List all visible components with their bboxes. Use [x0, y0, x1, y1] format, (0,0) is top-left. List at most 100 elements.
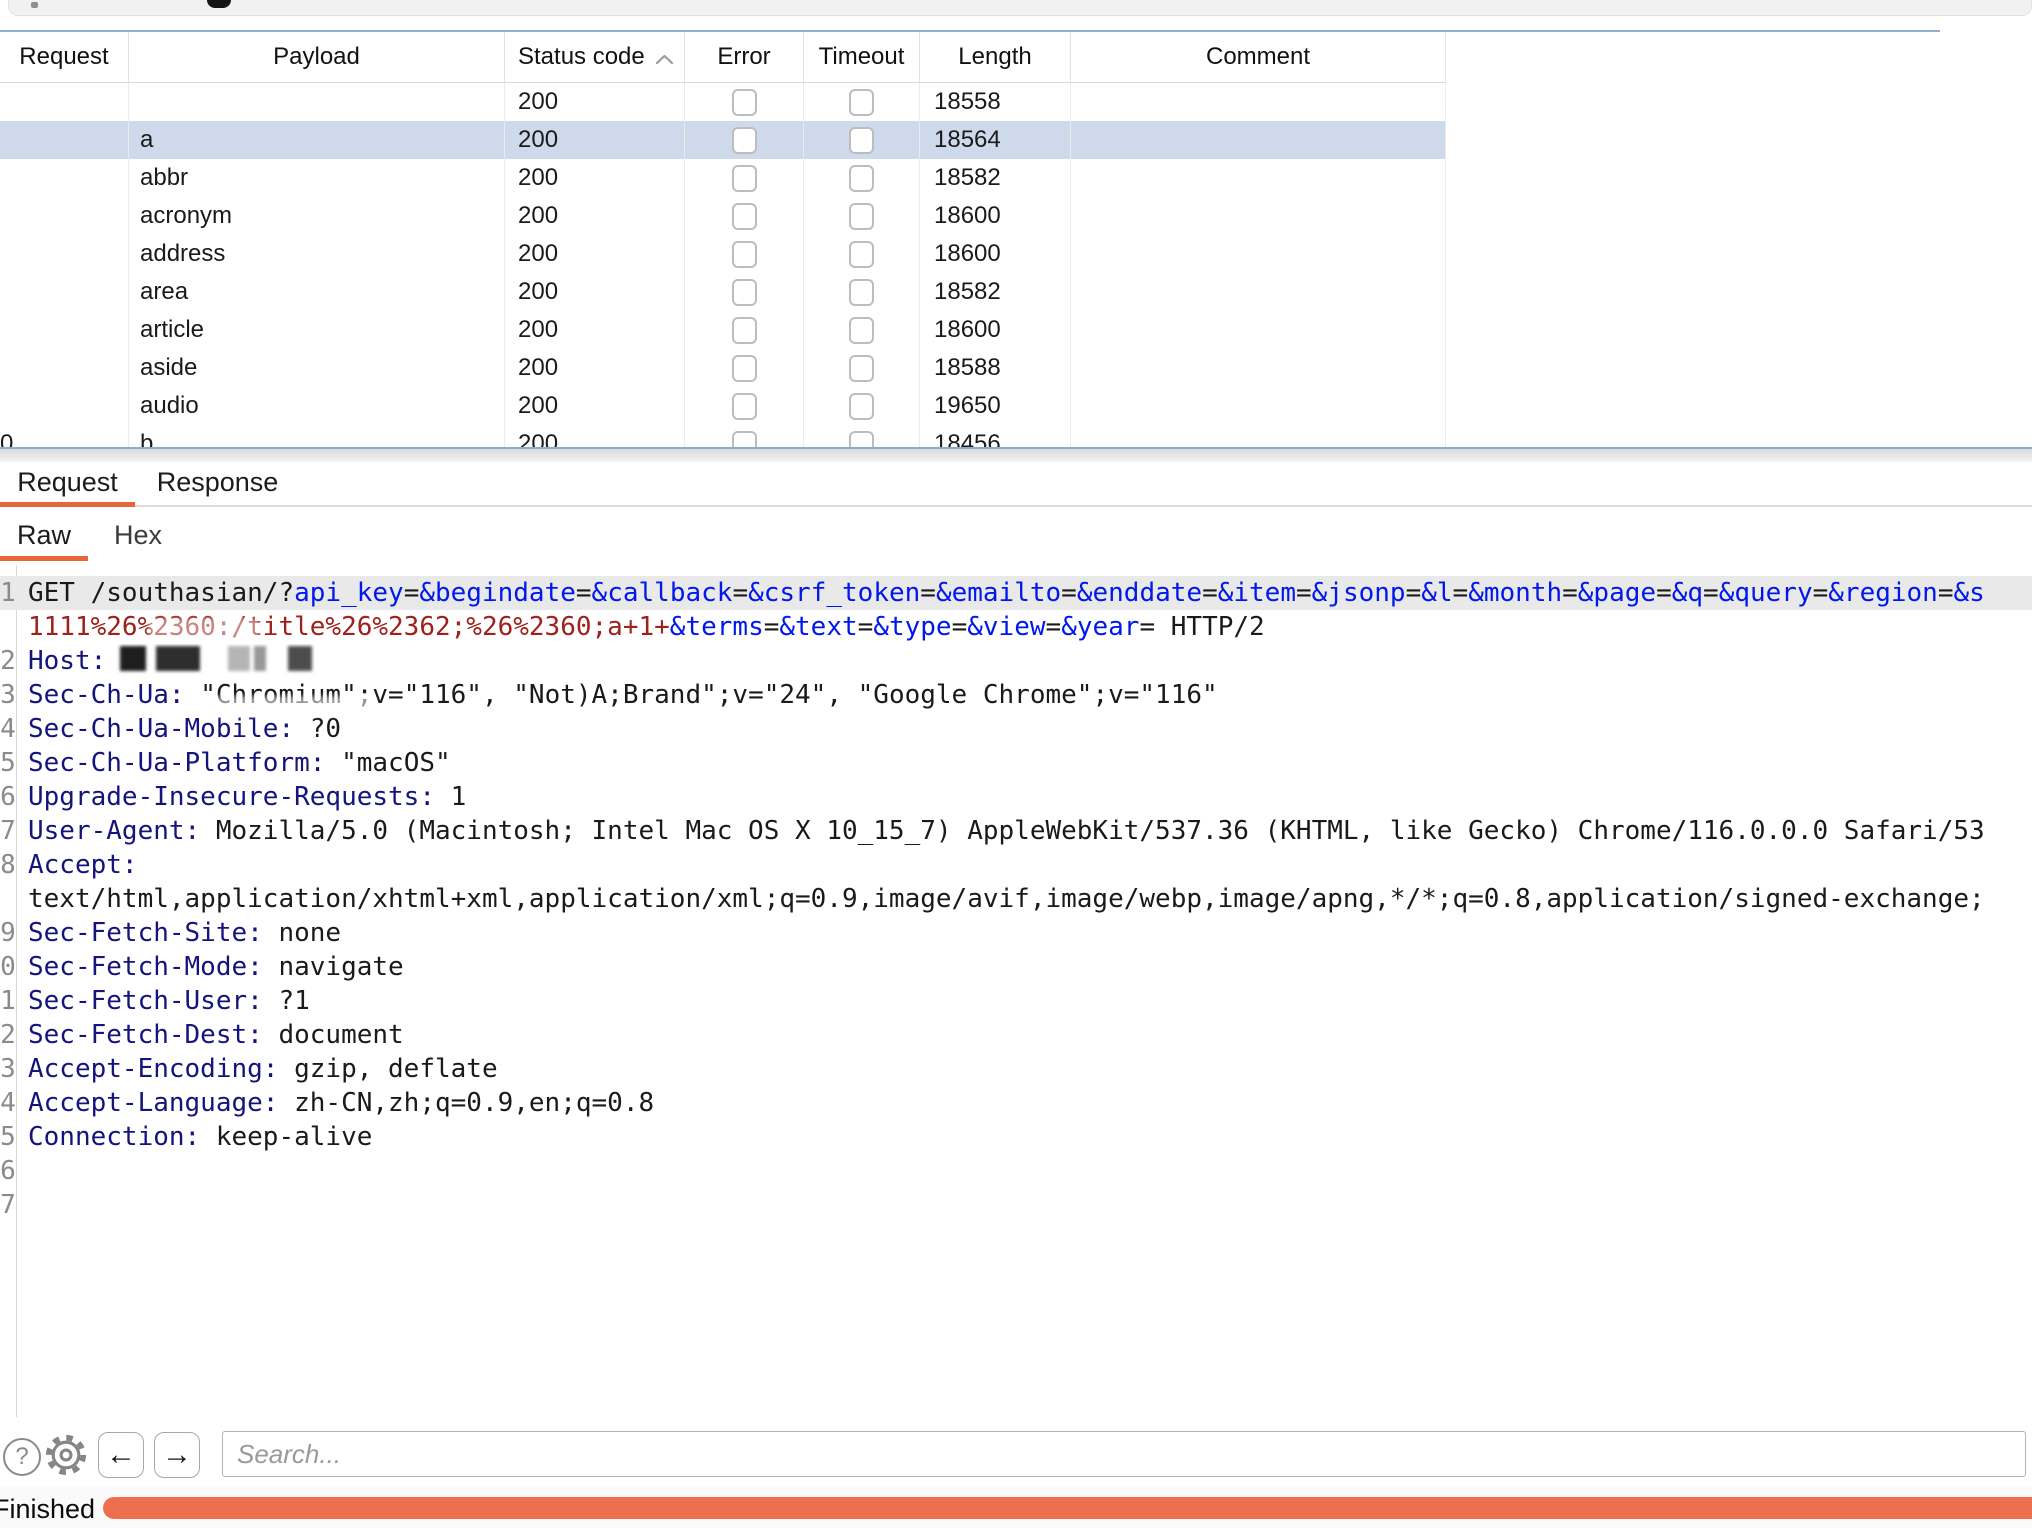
editor-line-text: Sec-Ch-Ua-Platform: "macOS" — [16, 746, 2032, 780]
help-icon[interactable]: ? — [3, 1438, 41, 1476]
error-checkbox[interactable] — [732, 89, 757, 116]
table-row[interactable]: audio20019650 — [0, 387, 1446, 425]
redacted-host-block — [254, 646, 266, 671]
intruder-results-window: Request Payload Status code Error Timeou… — [0, 0, 2032, 1528]
arrow-right-icon: → — [162, 1438, 192, 1472]
cell-length: 18600 — [920, 311, 1071, 349]
cell-request — [0, 235, 129, 273]
table-row[interactable]: 0b20018456 — [0, 425, 1446, 449]
column-header-length[interactable]: Length — [920, 32, 1071, 82]
cell-payload — [129, 83, 505, 121]
tab-response[interactable]: Response — [135, 462, 300, 503]
error-checkbox[interactable] — [732, 317, 757, 344]
editor-line-text: User-Agent: Mozilla/5.0 (Macintosh; Inte… — [16, 814, 2032, 848]
line-number: 7 — [0, 1188, 16, 1222]
editor-line: 4Sec-Ch-Ua-Mobile: ?0 — [0, 712, 2032, 746]
cell-length: 18456 — [920, 425, 1071, 449]
table-row[interactable]: address20018600 — [0, 235, 1446, 273]
timeout-checkbox[interactable] — [849, 317, 874, 344]
timeout-checkbox[interactable] — [849, 393, 874, 420]
redacted-host-block — [156, 646, 200, 671]
cell-error — [685, 235, 804, 273]
tab-hex[interactable]: Hex — [88, 516, 188, 554]
cell-request — [0, 197, 129, 235]
timeout-checkbox[interactable] — [849, 89, 874, 116]
attack-progress-bar — [103, 1497, 2032, 1519]
line-number: 1 — [0, 984, 16, 1018]
line-number: 4 — [0, 712, 16, 746]
timeout-checkbox[interactable] — [849, 355, 874, 382]
editor-line: 1Sec-Fetch-User: ?1 — [0, 984, 2032, 1018]
error-checkbox[interactable] — [732, 279, 757, 306]
next-button[interactable]: → — [154, 1432, 200, 1478]
cell-length: 19650 — [920, 387, 1071, 425]
timeout-checkbox[interactable] — [849, 203, 874, 230]
search-input[interactable] — [222, 1431, 2026, 1477]
table-row[interactable]: aside20018588 — [0, 349, 1446, 387]
pane-splitter[interactable] — [0, 449, 2032, 462]
gear-icon[interactable] — [44, 1433, 88, 1482]
editor-line: 1111%26%2360:/title%26%2362;%26%2360;a+1… — [0, 610, 2032, 644]
cell-timeout — [804, 197, 920, 235]
cell-comment — [1071, 425, 1446, 449]
cell-timeout — [804, 387, 920, 425]
table-row[interactable]: article20018600 — [0, 311, 1446, 349]
editor-line-text: Accept-Language: zh-CN,zh;q=0.9,en;q=0.8 — [16, 1086, 2032, 1120]
cell-length: 18588 — [920, 349, 1071, 387]
timeout-checkbox[interactable] — [849, 165, 874, 192]
table-row[interactable]: 20018558 — [0, 83, 1446, 121]
table-row[interactable]: area20018582 — [0, 273, 1446, 311]
cell-error — [685, 425, 804, 449]
timeout-checkbox[interactable] — [849, 127, 874, 154]
line-number: 6 — [0, 1154, 16, 1188]
editor-line-text — [16, 1188, 2032, 1222]
editor-line: text/html,application/xhtml+xml,applicat… — [0, 882, 2032, 916]
column-header-comment[interactable]: Comment — [1071, 32, 1446, 82]
error-checkbox[interactable] — [732, 203, 757, 230]
cell-request — [0, 273, 129, 311]
cell-request — [0, 387, 129, 425]
timeout-checkbox[interactable] — [849, 279, 874, 306]
cell-comment — [1071, 83, 1446, 121]
editor-line-text: Sec-Fetch-Site: none — [16, 916, 2032, 950]
error-checkbox[interactable] — [732, 127, 757, 154]
column-header-payload[interactable]: Payload — [129, 32, 505, 82]
line-number: 2 — [0, 1018, 16, 1052]
column-header-status-code[interactable]: Status code — [505, 32, 685, 82]
filter-bar[interactable] — [8, 0, 2032, 16]
timeout-checkbox[interactable] — [849, 241, 874, 268]
cell-status-code: 200 — [505, 121, 685, 159]
previous-button[interactable]: ← — [98, 1432, 144, 1478]
cell-timeout — [804, 311, 920, 349]
error-checkbox[interactable] — [732, 241, 757, 268]
tab-request[interactable]: Request — [0, 462, 135, 503]
cell-status-code: 200 — [505, 349, 685, 387]
tab-row-divider — [0, 505, 2032, 507]
redacted-host-block — [228, 646, 250, 671]
error-checkbox[interactable] — [732, 165, 757, 192]
table-row[interactable]: acronym20018600 — [0, 197, 1446, 235]
cell-status-code: 200 — [505, 425, 685, 449]
error-checkbox[interactable] — [732, 393, 757, 420]
cell-error — [685, 83, 804, 121]
column-header-error[interactable]: Error — [685, 32, 804, 82]
cell-length: 18600 — [920, 197, 1071, 235]
cell-payload: article — [129, 311, 505, 349]
editor-line-text: Upgrade-Insecure-Requests: 1 — [16, 780, 2032, 814]
tab-raw[interactable]: Raw — [0, 516, 88, 554]
editor-line-text: Sec-Fetch-Dest: document — [16, 1018, 2032, 1052]
table-row[interactable]: a20018564 — [0, 121, 1446, 159]
cell-comment — [1071, 235, 1446, 273]
editor-line: 7User-Agent: Mozilla/5.0 (Macintosh; Int… — [0, 814, 2032, 848]
redaction-blur-patch — [148, 618, 260, 638]
editor-line: 5Connection: keep-alive — [0, 1120, 2032, 1154]
cell-payload: audio — [129, 387, 505, 425]
cell-request — [0, 83, 129, 121]
editor-line-text: Accept-Encoding: gzip, deflate — [16, 1052, 2032, 1086]
error-checkbox[interactable] — [732, 355, 757, 382]
line-number: 3 — [0, 1052, 16, 1086]
cell-status-code: 200 — [505, 235, 685, 273]
column-header-timeout[interactable]: Timeout — [804, 32, 920, 82]
column-header-request[interactable]: Request — [0, 32, 129, 82]
table-row[interactable]: abbr20018582 — [0, 159, 1446, 197]
